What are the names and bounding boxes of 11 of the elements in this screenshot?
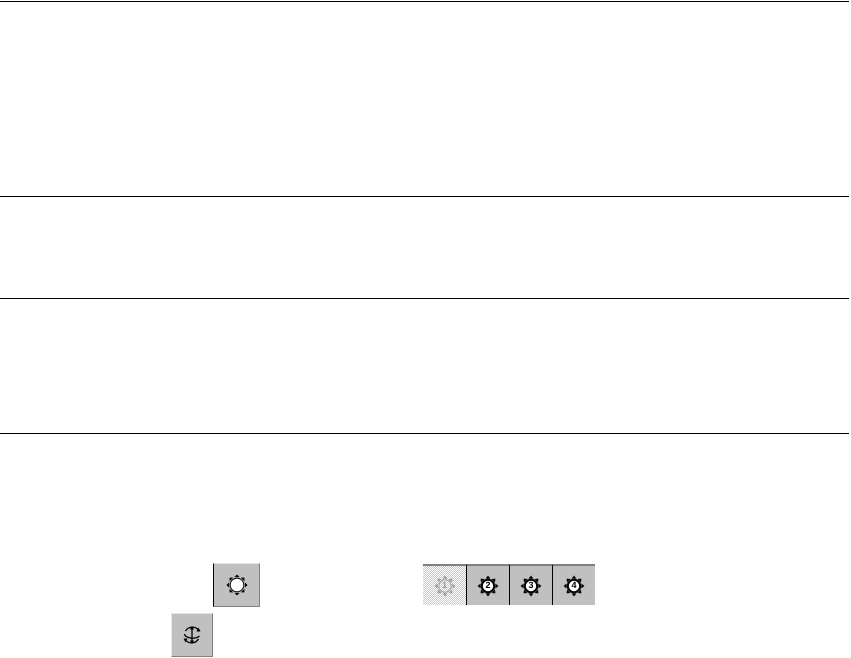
sun-ring-icon: [477, 574, 499, 596]
sun-ring-icon: [563, 574, 585, 596]
rotate-button[interactable]: [171, 613, 213, 657]
sun-icon: [226, 574, 248, 596]
numbered-sun-button[interactable]: 4: [552, 564, 595, 605]
sun-button[interactable]: [213, 563, 260, 607]
numbered-sun-button[interactable]: 2: [466, 564, 509, 605]
rotate-arrows-icon: [181, 624, 203, 646]
sun-ring-icon: [520, 574, 542, 596]
sun-ring-icon: [434, 574, 456, 596]
numbered-sun-button[interactable]: 3: [509, 564, 552, 605]
